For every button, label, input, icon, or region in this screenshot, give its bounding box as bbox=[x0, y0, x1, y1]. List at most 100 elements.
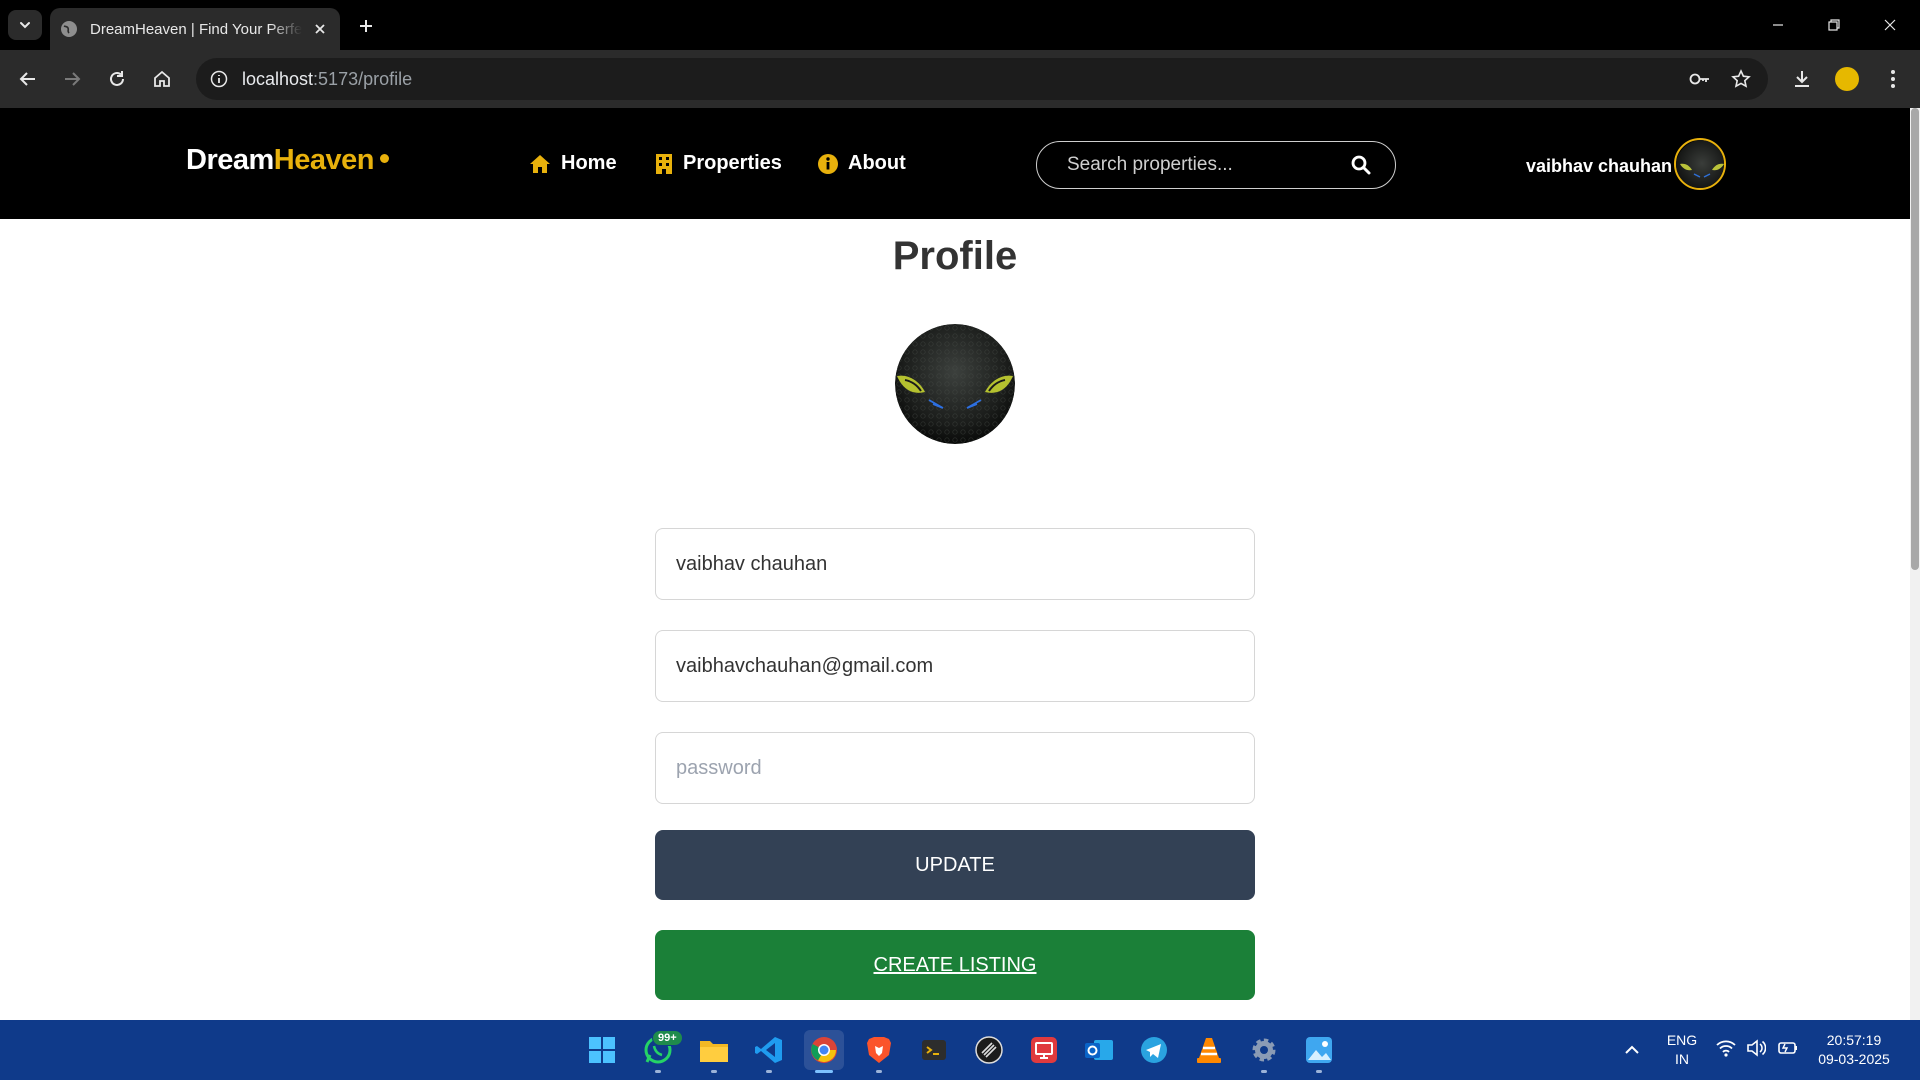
new-tab-button[interactable] bbox=[352, 12, 380, 40]
gear-icon bbox=[1252, 1038, 1276, 1062]
search-input[interactable] bbox=[1067, 154, 1351, 176]
volume-icon bbox=[1747, 1039, 1766, 1057]
taskbar-outlook[interactable] bbox=[1079, 1030, 1119, 1070]
screen-recorder-icon bbox=[1031, 1037, 1057, 1063]
running-indicator bbox=[766, 1070, 772, 1073]
profile-button[interactable] bbox=[1831, 63, 1863, 95]
update-button[interactable]: UPDATE bbox=[655, 830, 1255, 900]
scrollbar-thumb[interactable] bbox=[1911, 108, 1919, 570]
terminal-icon bbox=[922, 1040, 946, 1060]
taskbar-telegram[interactable] bbox=[1134, 1030, 1174, 1070]
language-indicator[interactable]: ENG IN bbox=[1664, 1031, 1700, 1069]
url-host: localhost bbox=[242, 68, 314, 89]
running-indicator bbox=[1316, 1070, 1322, 1073]
start-button[interactable] bbox=[582, 1030, 622, 1070]
close-icon bbox=[1884, 19, 1896, 31]
minimize-icon bbox=[1773, 24, 1783, 26]
active-indicator bbox=[815, 1070, 833, 1073]
taskbar-brave[interactable] bbox=[859, 1030, 899, 1073]
nav-home-label: Home bbox=[561, 152, 617, 174]
photos-icon bbox=[1306, 1037, 1332, 1063]
page-scrollbar[interactable] bbox=[1910, 108, 1920, 1020]
clock-time: 20:57:19 bbox=[1826, 1032, 1882, 1048]
profile-avatar[interactable] bbox=[895, 324, 1015, 444]
forward-button[interactable] bbox=[56, 63, 88, 95]
browser-tab[interactable]: DreamHeaven | Find Your Perfect bbox=[50, 8, 340, 50]
telegram-icon bbox=[1141, 1037, 1167, 1063]
avatar-image bbox=[895, 324, 1015, 444]
taskbar-app-red[interactable] bbox=[1024, 1030, 1064, 1070]
clock[interactable]: 20:57:19 09-03-2025 bbox=[1812, 1031, 1896, 1069]
home-icon bbox=[530, 154, 550, 173]
password-key-icon[interactable] bbox=[1687, 66, 1713, 92]
search-icon[interactable] bbox=[1351, 155, 1371, 175]
menu-button[interactable] bbox=[1877, 63, 1909, 95]
brave-icon bbox=[867, 1037, 891, 1063]
chrome-icon bbox=[811, 1037, 837, 1063]
header-avatar[interactable] bbox=[1674, 138, 1726, 190]
browser-tab-bar: DreamHeaven | Find Your Perfect bbox=[0, 0, 1920, 50]
logo-accent-text: Heaven bbox=[273, 144, 375, 176]
create-listing-button[interactable]: CREATE LISTING bbox=[655, 930, 1255, 1000]
property-search bbox=[1036, 141, 1396, 189]
home-icon bbox=[154, 70, 170, 87]
url-text: localhost:5173/profile bbox=[242, 69, 412, 90]
tab-search-button[interactable] bbox=[8, 10, 42, 40]
back-button[interactable] bbox=[12, 63, 44, 95]
browser-toolbar: localhost:5173/profile bbox=[0, 50, 1920, 108]
taskbar-settings[interactable] bbox=[1244, 1030, 1284, 1073]
taskbar-chrome[interactable] bbox=[804, 1030, 844, 1073]
site-info-icon[interactable] bbox=[206, 66, 232, 92]
tab-title: DreamHeaven | Find Your Perfect bbox=[90, 20, 302, 38]
logo-dot bbox=[379, 154, 389, 163]
language-primary: ENG bbox=[1666, 1032, 1698, 1048]
running-indicator bbox=[655, 1070, 661, 1073]
taskbar-vscode[interactable] bbox=[749, 1030, 789, 1073]
taskbar-photos[interactable] bbox=[1299, 1030, 1339, 1073]
language-secondary: IN bbox=[1675, 1051, 1689, 1067]
page-title: Profile bbox=[892, 234, 1018, 278]
wifi-icon bbox=[1716, 1040, 1736, 1057]
show-hidden-icons-button[interactable] bbox=[1612, 1030, 1652, 1070]
close-window-button[interactable] bbox=[1870, 10, 1910, 40]
download-icon bbox=[1795, 71, 1809, 87]
system-tray-icons[interactable] bbox=[1716, 1039, 1798, 1057]
url-path: :5173/profile bbox=[313, 68, 413, 89]
vscode-icon bbox=[755, 1037, 782, 1063]
taskbar-file-explorer[interactable] bbox=[694, 1030, 734, 1073]
logo-primary-text: Dream bbox=[186, 144, 274, 176]
nav-home[interactable]: Home bbox=[529, 152, 617, 175]
header-username[interactable]: vaibhav chauhan bbox=[1526, 156, 1672, 177]
site-logo[interactable]: DreamHeaven bbox=[186, 144, 389, 177]
profile-avatar-icon bbox=[1835, 67, 1859, 91]
arrow-right-icon bbox=[65, 72, 81, 86]
taskbar-vlc[interactable] bbox=[1189, 1030, 1229, 1070]
taskbar-terminal[interactable] bbox=[914, 1030, 954, 1070]
close-icon bbox=[315, 24, 325, 34]
address-bar[interactable]: localhost:5173/profile bbox=[196, 58, 1768, 100]
running-indicator bbox=[1261, 1070, 1267, 1073]
info-icon bbox=[818, 153, 838, 174]
building-icon bbox=[656, 153, 672, 174]
nav-about-label: About bbox=[848, 152, 906, 174]
home-button[interactable] bbox=[146, 63, 178, 95]
taskbar-app-dark[interactable] bbox=[969, 1030, 1009, 1070]
arrow-left-icon bbox=[19, 72, 35, 86]
username-field[interactable] bbox=[655, 528, 1255, 600]
nav-properties[interactable]: Properties bbox=[655, 152, 782, 175]
reload-button[interactable] bbox=[101, 63, 133, 95]
nav-about[interactable]: About bbox=[818, 152, 906, 175]
windows-icon bbox=[589, 1037, 615, 1063]
chevron-down-icon bbox=[20, 22, 30, 29]
tab-close-button[interactable] bbox=[310, 19, 330, 39]
kebab-menu-icon bbox=[1891, 70, 1895, 88]
email-field[interactable] bbox=[655, 630, 1255, 702]
password-field[interactable] bbox=[655, 732, 1255, 804]
restore-icon bbox=[1828, 19, 1840, 31]
downloads-button[interactable] bbox=[1786, 63, 1818, 95]
app-icon bbox=[975, 1036, 1003, 1064]
globe-icon bbox=[61, 21, 77, 37]
restore-button[interactable] bbox=[1814, 10, 1854, 40]
bookmark-star-icon[interactable] bbox=[1728, 66, 1754, 92]
minimize-button[interactable] bbox=[1758, 10, 1798, 40]
